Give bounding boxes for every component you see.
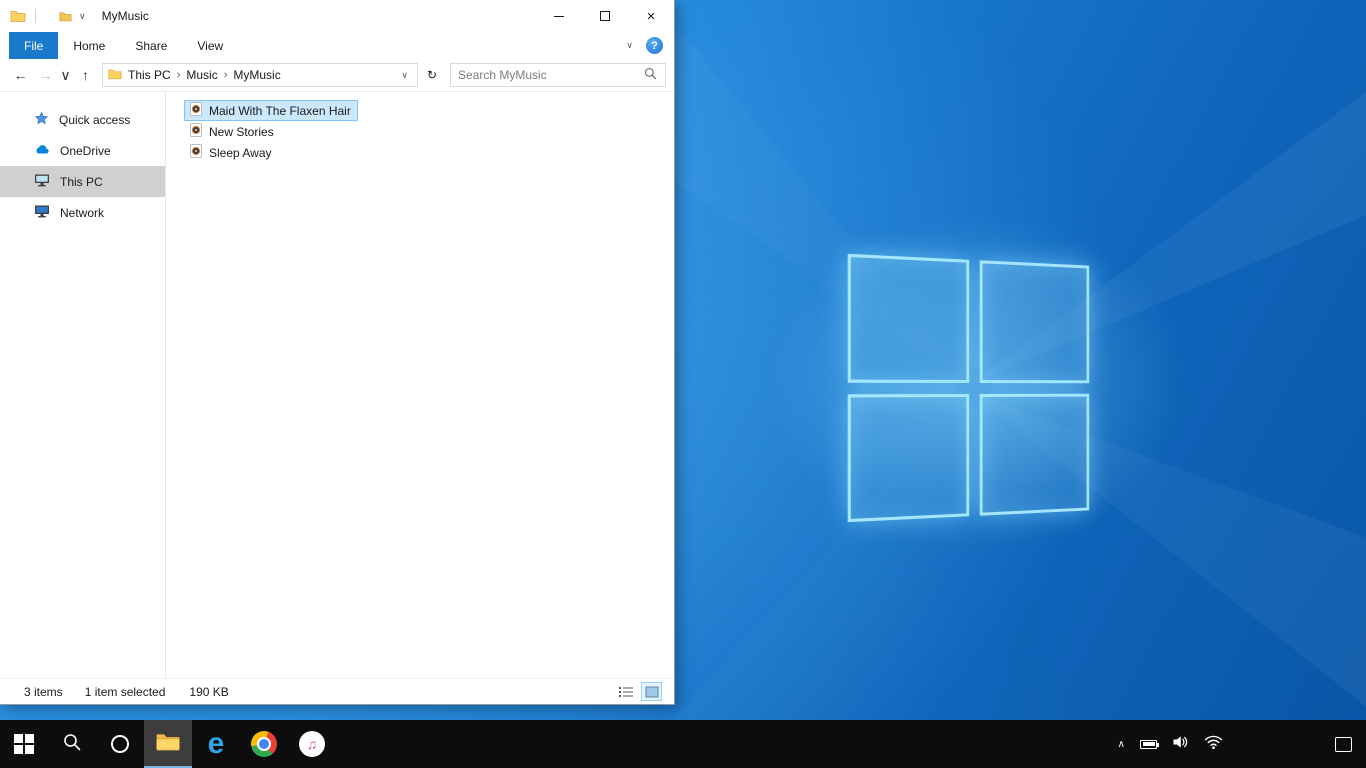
- system-tray: ∧: [1118, 734, 1223, 755]
- ribbon-tab-bar: File Home Share View ∨ ?: [0, 32, 674, 59]
- customize-toolbar-chevron-icon[interactable]: ∨: [79, 11, 86, 21]
- windows-logo-pane: [979, 260, 1090, 383]
- sidebar-item-label: OneDrive: [60, 143, 111, 158]
- recent-locations-chevron-icon[interactable]: ∨: [58, 63, 73, 88]
- file-explorer-window: ∨ MyMusic × File Home Share View ∨ ? ← →…: [0, 0, 675, 705]
- help-button[interactable]: ?: [646, 37, 663, 54]
- windows-start-icon: [14, 734, 34, 754]
- up-button[interactable]: ↑: [73, 63, 98, 88]
- address-bar: ← → ∨ ↑ This PC › Music › MyMusic ∨ ↻: [0, 59, 674, 92]
- chrome-button[interactable]: [240, 720, 288, 768]
- item-count: 3 items: [24, 684, 63, 699]
- quick-access-toolbar-separator: [35, 9, 36, 23]
- status-bar: 3 items 1 item selected 190 KB: [0, 678, 674, 704]
- itunes-icon: ♫: [299, 731, 325, 757]
- file-name: New Stories: [209, 124, 274, 139]
- refresh-button[interactable]: ↻: [420, 63, 444, 87]
- taskbar-search-button[interactable]: [48, 720, 96, 768]
- maximize-icon: [600, 11, 610, 21]
- tab-file[interactable]: File: [9, 32, 59, 59]
- minimize-button[interactable]: [536, 0, 582, 32]
- breadcrumb-segment-music[interactable]: Music: [180, 68, 223, 82]
- minimize-icon: [554, 15, 564, 17]
- monitor-icon: [34, 172, 50, 191]
- search-input[interactable]: [458, 68, 643, 82]
- network-icon: [34, 203, 50, 222]
- breadcrumb-segment-mymusic[interactable]: MyMusic: [227, 68, 286, 82]
- ribbon-right-controls: ∨ ?: [626, 32, 674, 59]
- forward-button[interactable]: →: [33, 63, 58, 88]
- wifi-icon[interactable]: [1204, 734, 1223, 755]
- sidebar-item-network[interactable]: Network: [0, 197, 165, 228]
- file-name: Maid With The Flaxen Hair: [209, 103, 351, 118]
- folder-icon: [10, 8, 26, 24]
- start-button[interactable]: [0, 720, 48, 768]
- hidden-icons-chevron-icon[interactable]: ∧: [1118, 739, 1125, 750]
- star-icon: [34, 111, 49, 129]
- file-item-new-stories[interactable]: New Stories: [184, 121, 281, 142]
- taskbar-file-explorer-button[interactable]: [144, 720, 192, 768]
- navigation-pane: Quick access OneDrive This PC Network: [0, 92, 166, 678]
- selection-count: 1 item selected: [84, 684, 166, 699]
- action-center-icon[interactable]: [1335, 736, 1352, 752]
- music-file-icon: [188, 101, 204, 120]
- window-title: MyMusic: [101, 9, 149, 23]
- expand-ribbon-chevron-icon[interactable]: ∨: [626, 41, 633, 50]
- file-item-sleep-away[interactable]: Sleep Away: [184, 142, 279, 163]
- large-icons-view-button[interactable]: [641, 682, 662, 701]
- windows-logo-pane: [979, 393, 1090, 516]
- cortana-icon: [111, 735, 129, 753]
- titlebar[interactable]: ∨ MyMusic ×: [0, 0, 674, 32]
- file-list: Maid With The Flaxen Hair New Stories Sl…: [166, 92, 674, 678]
- sidebar-item-onedrive[interactable]: OneDrive: [0, 135, 165, 166]
- quick-access-toolbar-icon[interactable]: [59, 10, 72, 23]
- search-box: [450, 63, 666, 87]
- file-name: Sleep Away: [209, 145, 272, 160]
- windows-logo-pane: [847, 253, 969, 383]
- battery-icon[interactable]: [1140, 739, 1159, 749]
- file-item-maid-with-the-flaxen-hair[interactable]: Maid With The Flaxen Hair: [184, 100, 358, 121]
- sidebar-item-label: Network: [60, 205, 105, 220]
- speaker-icon[interactable]: [1172, 734, 1189, 755]
- tab-home[interactable]: Home: [58, 32, 120, 59]
- breadcrumb[interactable]: This PC › Music › MyMusic ∨: [102, 63, 418, 87]
- music-file-icon: [188, 122, 204, 141]
- search-icon[interactable]: [643, 66, 658, 84]
- edge-button[interactable]: e: [192, 720, 240, 768]
- sidebar-item-label: Quick access: [59, 112, 131, 127]
- folder-icon: [108, 67, 122, 84]
- selection-size: 190 KB: [189, 684, 229, 699]
- sidebar-item-label: This PC: [60, 174, 103, 189]
- view-toggles: [615, 682, 662, 701]
- tab-view[interactable]: View: [182, 32, 238, 59]
- sidebar-item-quick-access[interactable]: Quick access: [0, 104, 165, 135]
- search-icon: [62, 732, 82, 757]
- back-button[interactable]: ←: [8, 63, 33, 88]
- chrome-icon: [251, 731, 277, 757]
- maximize-button[interactable]: [582, 0, 628, 32]
- address-dropdown-chevron-icon[interactable]: ∨: [397, 70, 412, 80]
- window-body: Quick access OneDrive This PC Network Ma…: [0, 92, 674, 678]
- details-view-button[interactable]: [615, 682, 636, 701]
- caption-buttons: ×: [536, 0, 674, 32]
- cloud-icon: [34, 141, 50, 160]
- windows-logo: [847, 253, 1090, 523]
- taskbar: e ♫ ∧: [0, 720, 1366, 768]
- breadcrumb-segment-this-pc[interactable]: This PC: [122, 68, 177, 82]
- sidebar-item-this-pc[interactable]: This PC: [0, 166, 165, 197]
- close-button[interactable]: ×: [628, 0, 674, 32]
- file-explorer-icon: [155, 729, 181, 760]
- windows-logo-pane: [847, 393, 969, 523]
- music-note-icon: ♫: [306, 736, 318, 752]
- tab-share[interactable]: Share: [120, 32, 182, 59]
- music-file-icon: [188, 143, 204, 162]
- edge-icon: e: [207, 727, 225, 760]
- close-icon: ×: [646, 7, 656, 25]
- itunes-button[interactable]: ♫: [288, 720, 336, 768]
- cortana-button[interactable]: [96, 720, 144, 768]
